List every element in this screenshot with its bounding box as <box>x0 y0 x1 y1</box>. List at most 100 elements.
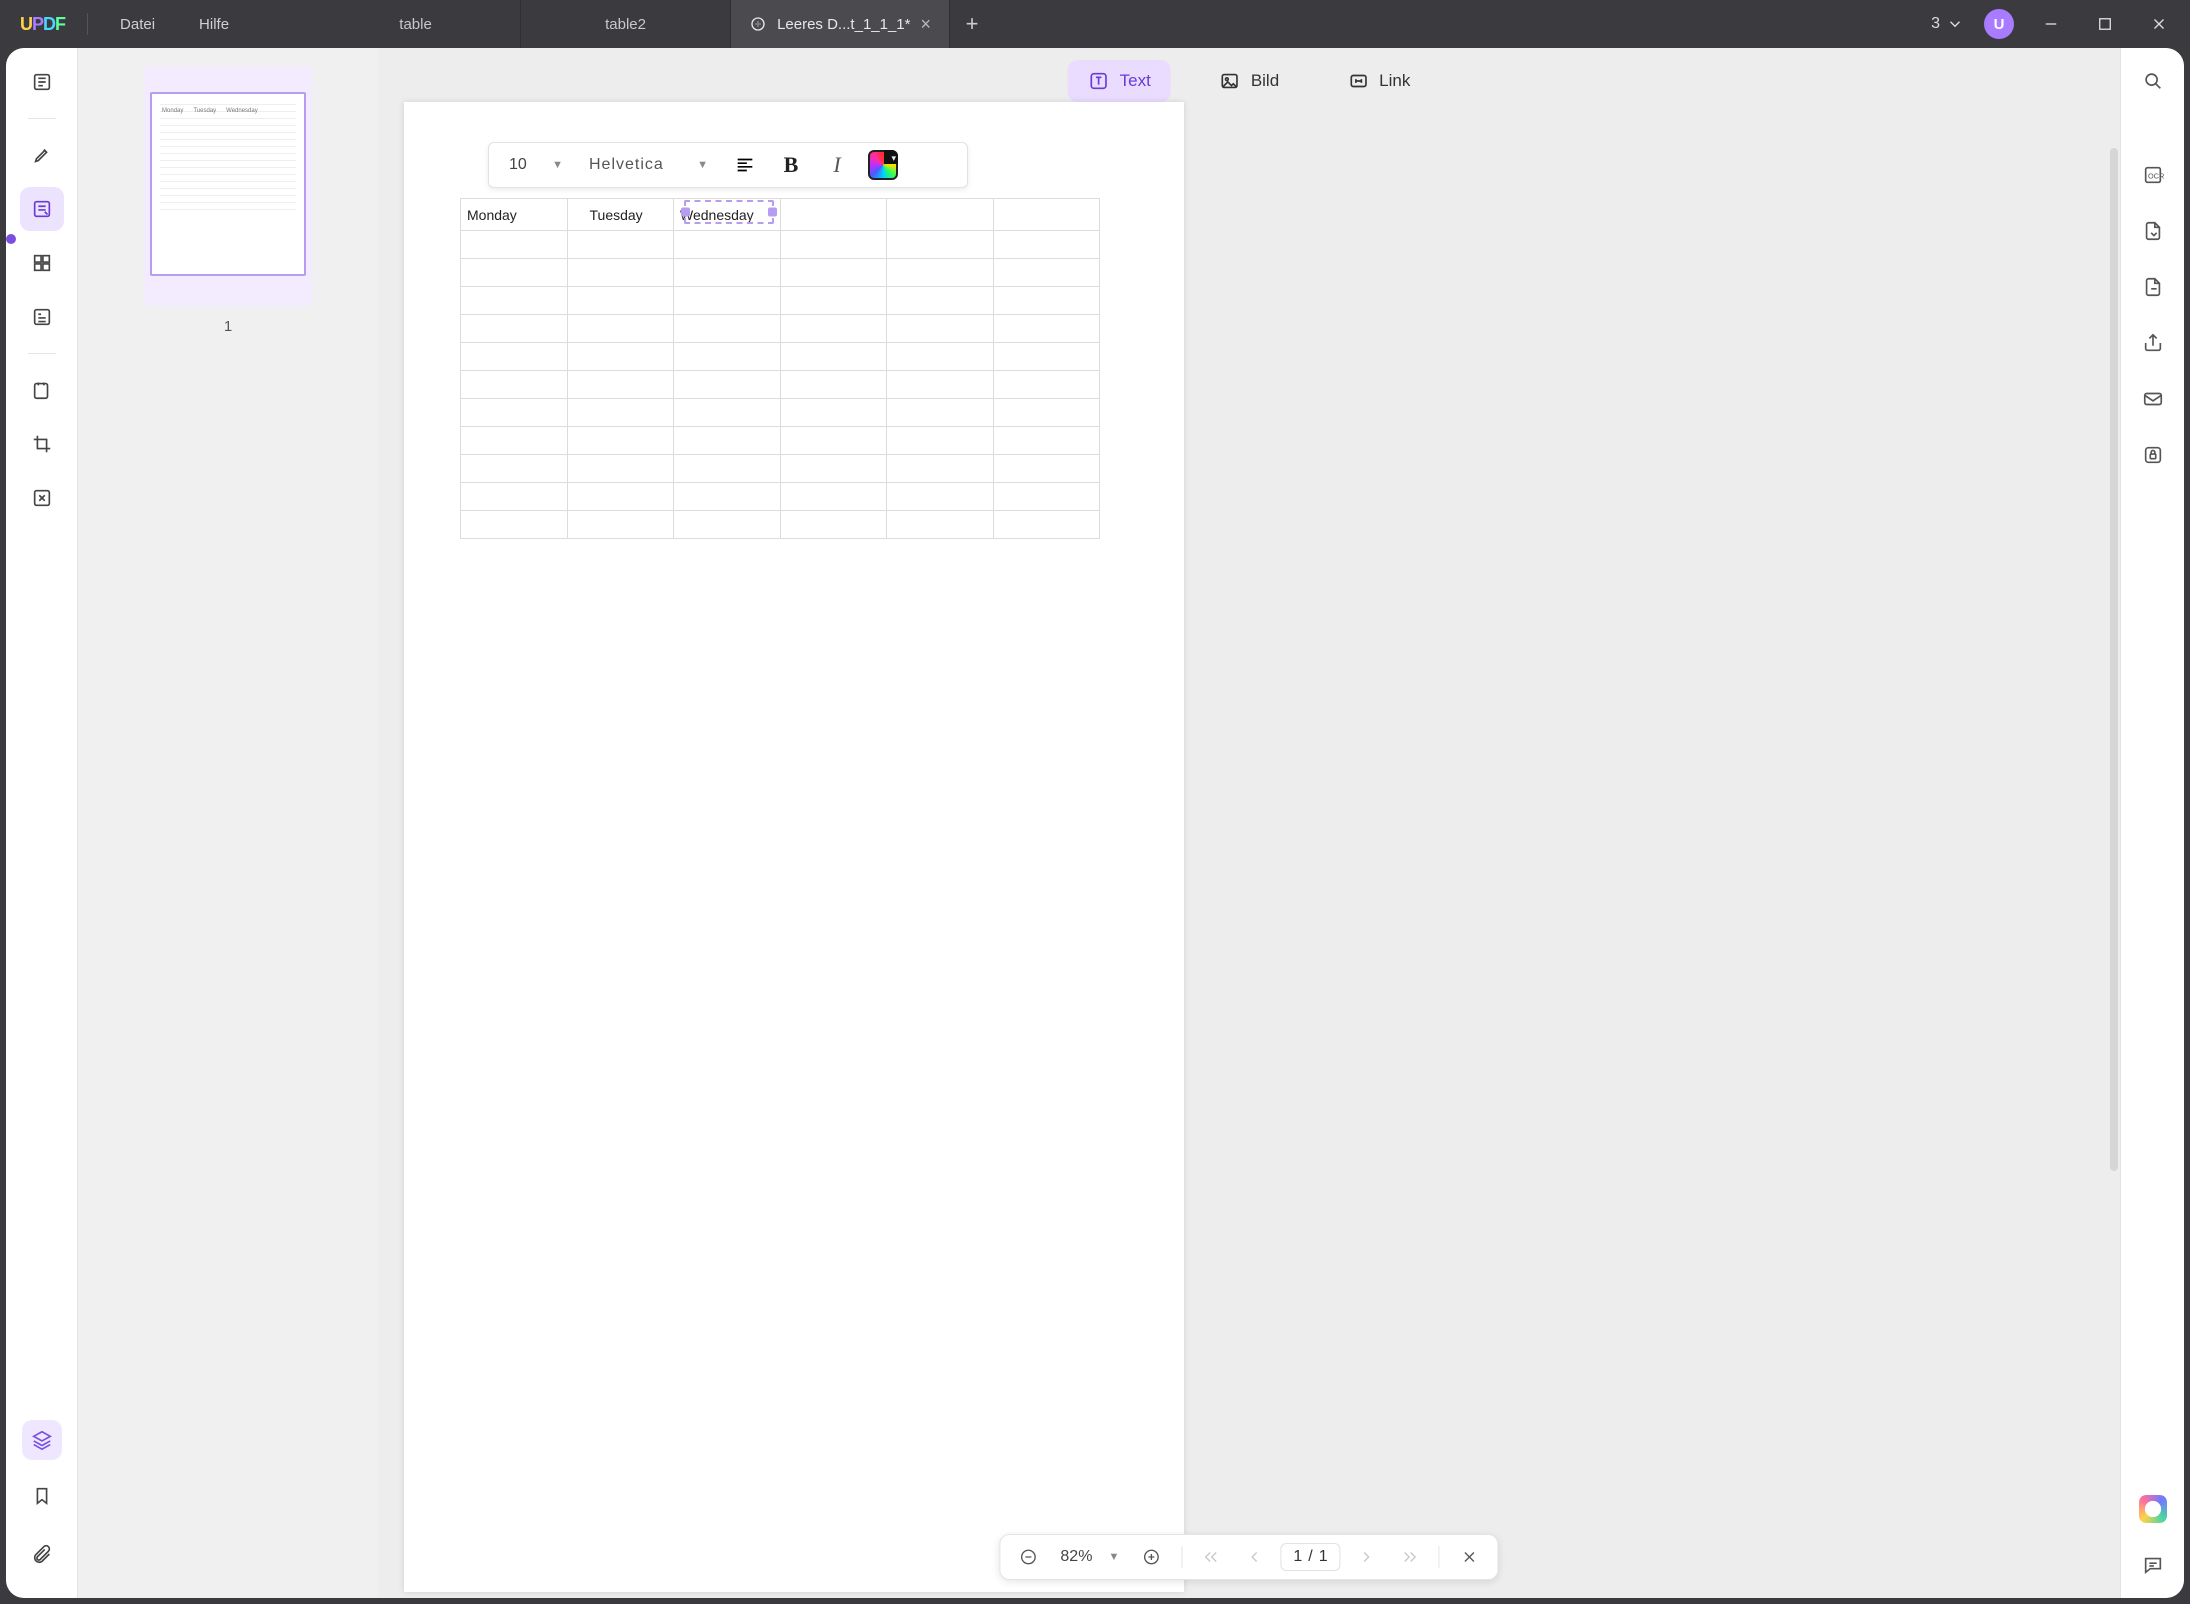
menu-file[interactable]: Datei <box>98 16 177 33</box>
next-page-button[interactable] <box>1351 1541 1383 1573</box>
table-cell[interactable] <box>461 287 568 315</box>
convert-button[interactable] <box>2134 212 2172 250</box>
table-cell[interactable] <box>993 231 1100 259</box>
table-cell[interactable] <box>674 483 781 511</box>
table-cell[interactable] <box>993 455 1100 483</box>
table-cell[interactable] <box>780 371 887 399</box>
comment-button[interactable] <box>2134 1546 2172 1584</box>
zoom-out-button[interactable] <box>1012 1541 1044 1573</box>
font-color-button[interactable]: ▾ <box>863 147 903 183</box>
table-cell[interactable] <box>780 343 887 371</box>
table-cell[interactable] <box>780 483 887 511</box>
font-family-select[interactable]: Helvetica ▼ <box>579 148 719 182</box>
redact-tool[interactable] <box>20 368 64 412</box>
table-cell[interactable] <box>993 343 1100 371</box>
table-cell[interactable] <box>567 231 674 259</box>
table-cell[interactable] <box>780 511 887 539</box>
table-cell[interactable] <box>461 231 568 259</box>
table-cell[interactable] <box>674 427 781 455</box>
prev-page-button[interactable] <box>1238 1541 1270 1573</box>
table-cell[interactable] <box>674 259 781 287</box>
table-cell[interactable] <box>461 455 568 483</box>
first-page-button[interactable] <box>1196 1541 1228 1573</box>
font-size-select[interactable]: 10 ▼ <box>499 148 573 182</box>
table-cell[interactable] <box>567 455 674 483</box>
edit-image-button[interactable]: Bild <box>1199 60 1299 102</box>
table-cell[interactable] <box>887 399 994 427</box>
table-cell[interactable] <box>887 231 994 259</box>
align-button[interactable] <box>725 147 765 183</box>
table-cell[interactable] <box>567 315 674 343</box>
table-cell[interactable] <box>993 511 1100 539</box>
page-indicator[interactable]: 1 / 1 <box>1280 1543 1340 1571</box>
table-cell[interactable] <box>993 427 1100 455</box>
annotate-tool[interactable] <box>20 133 64 177</box>
close-icon[interactable]: × <box>921 14 932 35</box>
search-button[interactable] <box>2134 62 2172 100</box>
table-header-cell[interactable] <box>780 199 887 231</box>
open-count[interactable]: 3 <box>1931 15 1964 33</box>
table-cell[interactable] <box>780 315 887 343</box>
table-cell[interactable] <box>993 371 1100 399</box>
table-cell[interactable] <box>674 287 781 315</box>
table-cell[interactable] <box>461 371 568 399</box>
edit-text-button[interactable]: Text <box>1068 60 1171 102</box>
table-cell[interactable] <box>461 511 568 539</box>
table-cell[interactable] <box>780 231 887 259</box>
tab-active[interactable]: Leeres D...t_1_1_1* × <box>731 0 950 48</box>
share-button[interactable] <box>2134 324 2172 362</box>
table-cell[interactable] <box>993 315 1100 343</box>
table-cell[interactable] <box>461 427 568 455</box>
table-cell[interactable] <box>780 287 887 315</box>
table-cell[interactable] <box>567 427 674 455</box>
layers-button[interactable] <box>22 1420 62 1460</box>
document-table[interactable]: MondayTuesdayWednesday <box>460 198 1100 539</box>
table-header-cell[interactable]: Wednesday <box>674 199 781 231</box>
table-cell[interactable] <box>567 511 674 539</box>
edit-tool[interactable] <box>20 187 64 231</box>
table-cell[interactable] <box>461 399 568 427</box>
tab-table[interactable]: table <box>311 0 521 48</box>
table-cell[interactable] <box>674 231 781 259</box>
table-cell[interactable] <box>887 315 994 343</box>
tab-table2[interactable]: table2 <box>521 0 731 48</box>
table-cell[interactable] <box>993 287 1100 315</box>
table-cell[interactable] <box>461 483 568 511</box>
canvas-scrollbar[interactable] <box>2110 148 2118 1171</box>
compress-tool[interactable] <box>20 476 64 520</box>
table-cell[interactable] <box>887 427 994 455</box>
document-page[interactable]: MondayTuesdayWednesday <box>404 102 1184 1592</box>
table-cell[interactable] <box>567 343 674 371</box>
avatar[interactable]: U <box>1984 9 2014 39</box>
table-cell[interactable] <box>780 259 887 287</box>
italic-button[interactable]: I <box>817 147 857 183</box>
form-tool[interactable] <box>20 295 64 339</box>
ai-assistant-button[interactable] <box>2134 1490 2172 1528</box>
table-cell[interactable] <box>887 371 994 399</box>
table-cell[interactable] <box>567 483 674 511</box>
crop-tool[interactable] <box>20 422 64 466</box>
zoom-select[interactable]: 82% ▼ <box>1054 1548 1125 1566</box>
table-cell[interactable] <box>674 399 781 427</box>
table-cell[interactable] <box>887 483 994 511</box>
table-cell[interactable] <box>780 455 887 483</box>
close-window-button[interactable] <box>2142 7 2176 41</box>
email-button[interactable] <box>2134 380 2172 418</box>
table-cell[interactable] <box>780 399 887 427</box>
table-cell[interactable] <box>887 287 994 315</box>
table-cell[interactable] <box>567 399 674 427</box>
protect-button[interactable] <box>2134 436 2172 474</box>
table-cell[interactable] <box>567 371 674 399</box>
table-cell[interactable] <box>887 455 994 483</box>
table-cell[interactable] <box>887 343 994 371</box>
table-cell[interactable] <box>567 287 674 315</box>
table-cell[interactable] <box>887 511 994 539</box>
export-button[interactable] <box>2134 268 2172 306</box>
table-cell[interactable] <box>674 371 781 399</box>
table-cell[interactable] <box>993 483 1100 511</box>
table-header-cell[interactable]: Tuesday <box>567 199 674 231</box>
table-cell[interactable] <box>567 259 674 287</box>
table-cell[interactable] <box>461 315 568 343</box>
table-cell[interactable] <box>674 455 781 483</box>
maximize-button[interactable] <box>2088 7 2122 41</box>
